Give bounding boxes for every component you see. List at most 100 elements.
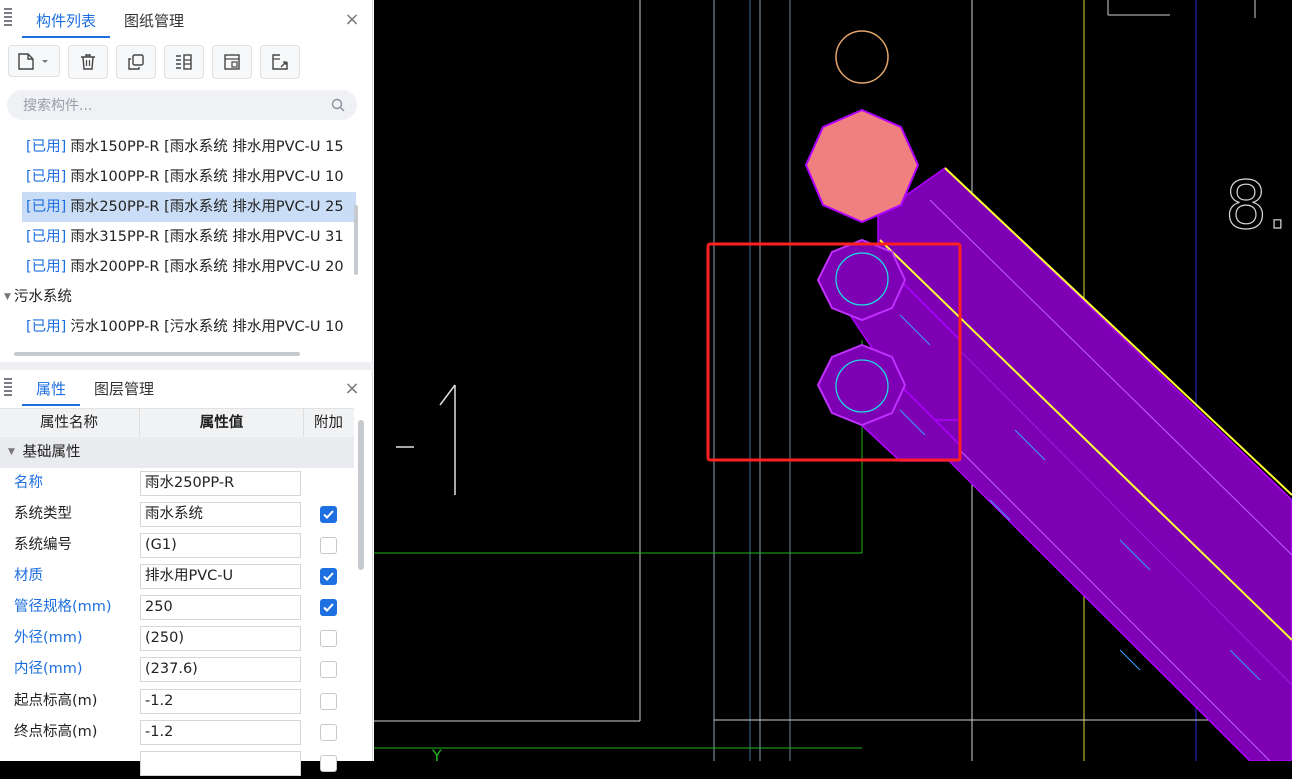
vertical-scrollbar[interactable] [354,205,358,275]
used-tag: [已用] [26,139,67,155]
copy-icon [128,54,144,70]
list-item[interactable]: [已用] 雨水150PP-R [雨水系统 排水用PVC-U 15 [0,132,356,162]
property-value-input[interactable]: (G1) [140,533,301,558]
property-value-input[interactable]: 雨水250PP-R [140,471,301,496]
checkbox-unchecked[interactable] [320,630,337,647]
property-value-input[interactable]: (237.6) [140,657,301,682]
list-item[interactable]: [已用] 雨水100PP-R [雨水系统 排水用PVC-U 10 [0,162,356,192]
export-button[interactable] [260,45,300,79]
panel-splitter[interactable] [0,362,374,370]
property-name: 名称 [14,475,43,491]
used-tag: [已用] [26,169,67,185]
used-tag: [已用] [26,259,67,275]
tab-layer-management[interactable]: 图层管理 [80,372,168,406]
property-name: 材质 [14,568,43,584]
property-value-input[interactable]: 250 [140,595,301,620]
property-name: 外径(mm) [14,630,83,646]
property-value-input[interactable]: -1.2 [140,720,301,745]
riser-node-upper [816,238,907,322]
property-name: 起点标高(m) [14,693,98,709]
tree-group-sewage[interactable]: ▼ 污水系统 [0,282,356,312]
property-row: 管径规格(mm) 250 [0,592,354,623]
property-row: 起点标高(m) -1.2 [0,686,354,717]
item-label: 雨水100PP-R [雨水系统 排水用PVC-U 10 [70,169,344,185]
item-label: 雨水315PP-R [雨水系统 排水用PVC-U 31 [70,229,344,245]
drawing-canvas[interactable]: 8.1 Y [374,0,1292,761]
tab-properties[interactable]: 属性 [22,372,81,406]
search-input[interactable] [21,90,315,122]
checkbox-unchecked[interactable] [320,755,337,772]
close-icon[interactable]: × [344,380,360,398]
import-button[interactable] [212,45,252,79]
riser-node-salmon [804,108,920,224]
property-row: 名称 雨水250PP-R [0,468,354,499]
checkbox-checked[interactable] [320,599,337,616]
column-header-extra: 附加 [314,415,343,431]
collapse-caret-icon[interactable]: ▼ [4,282,11,312]
list-item[interactable]: [已用] 雨水315PP-R [雨水系统 排水用PVC-U 31 [0,222,356,252]
property-value-input[interactable]: 排水用PVC-U [140,564,301,589]
property-row: 内径(mm) (237.6) [0,654,354,685]
section-basic-properties[interactable]: ▼ 基础属性 [0,437,354,468]
checkbox-checked[interactable] [320,506,337,523]
checkbox-unchecked[interactable] [320,661,337,678]
list-item[interactable]: [已用] 污水100PP-R [污水系统 排水用PVC-U 10 [0,312,356,342]
list-split-icon [176,54,192,70]
property-name: 内径(mm) [14,661,83,677]
panel-grip-icon[interactable] [4,376,14,400]
property-row: 终点标高(m) -1.2 [0,717,354,748]
property-name: 系统编号 [14,537,72,553]
horizontal-scrollbar[interactable] [14,352,300,356]
tab-drawing-management[interactable]: 图纸管理 [110,4,198,38]
drawing-label-y: Y [431,746,442,761]
property-value-input[interactable] [140,751,301,776]
floor-copy-button[interactable] [164,45,204,79]
check-icon [323,603,334,612]
item-label: 雨水250PP-R [雨水系统 排水用PVC-U 25 [70,199,344,215]
property-row-clipped [0,748,354,779]
close-icon[interactable]: × [344,11,360,29]
trash-icon [81,54,95,70]
list-item-selected[interactable]: [已用] 雨水250PP-R [雨水系统 排水用PVC-U 25 [22,192,356,222]
property-scrollbar[interactable] [358,420,364,570]
checkbox-unchecked[interactable] [320,724,337,741]
property-row: 系统类型 雨水系统 [0,499,354,530]
property-value-input[interactable]: 雨水系统 [140,502,301,527]
property-name: 系统类型 [14,506,72,522]
panel-grip-icon[interactable] [4,6,14,30]
property-row: 外径(mm) (250) [0,623,354,654]
property-row: 材质 排水用PVC-U [0,561,354,592]
import-icon [224,54,240,70]
collapse-caret-icon[interactable]: ▼ [8,437,15,468]
list-item[interactable]: [已用] 雨水200PP-R [雨水系统 排水用PVC-U 20 [0,252,356,282]
property-value-input[interactable]: -1.2 [140,689,301,714]
checkbox-unchecked[interactable] [320,693,337,710]
component-list-panel: 构件列表 图纸管理 × 搜索构件... [已用] 雨水150PP-R [雨水系统… [0,0,373,362]
left-dock: 构件列表 图纸管理 × 搜索构件... [已用] 雨水150PP-R [雨水系统… [0,0,374,776]
group-label: 污水系统 [13,289,72,305]
check-icon [323,510,334,519]
property-name: 管径规格(mm) [14,599,112,615]
tab-component-list[interactable]: 构件列表 [22,4,111,38]
component-tree: [已用] 雨水150PP-R [雨水系统 排水用PVC-U 15 [已用] 雨水10… [0,132,356,342]
search-icon[interactable] [331,98,345,112]
new-component-button[interactable] [8,45,60,77]
used-tag: [已用] [26,229,67,245]
new-file-icon [18,53,48,70]
checkbox-checked[interactable] [320,568,337,585]
component-panel-tabs: 构件列表 图纸管理 [22,2,198,38]
item-label: 雨水150PP-R [雨水系统 排水用PVC-U 15 [70,139,344,155]
used-tag: [已用] [26,199,67,215]
check-icon [323,572,334,581]
copy-button[interactable] [116,45,156,79]
properties-panel-tabs: 属性 图层管理 [22,370,168,406]
component-toolbar [8,45,300,81]
property-value-input[interactable]: (250) [140,626,301,651]
delete-button[interactable] [68,45,108,79]
checkbox-unchecked[interactable] [320,537,337,554]
property-grid-header: 属性名称 属性值 附加 [0,408,354,438]
column-header-value: 属性值 [139,409,304,437]
riser-node-lower [816,343,907,427]
column-header-name: 属性名称 [40,415,98,431]
used-tag: [已用] [26,319,67,335]
